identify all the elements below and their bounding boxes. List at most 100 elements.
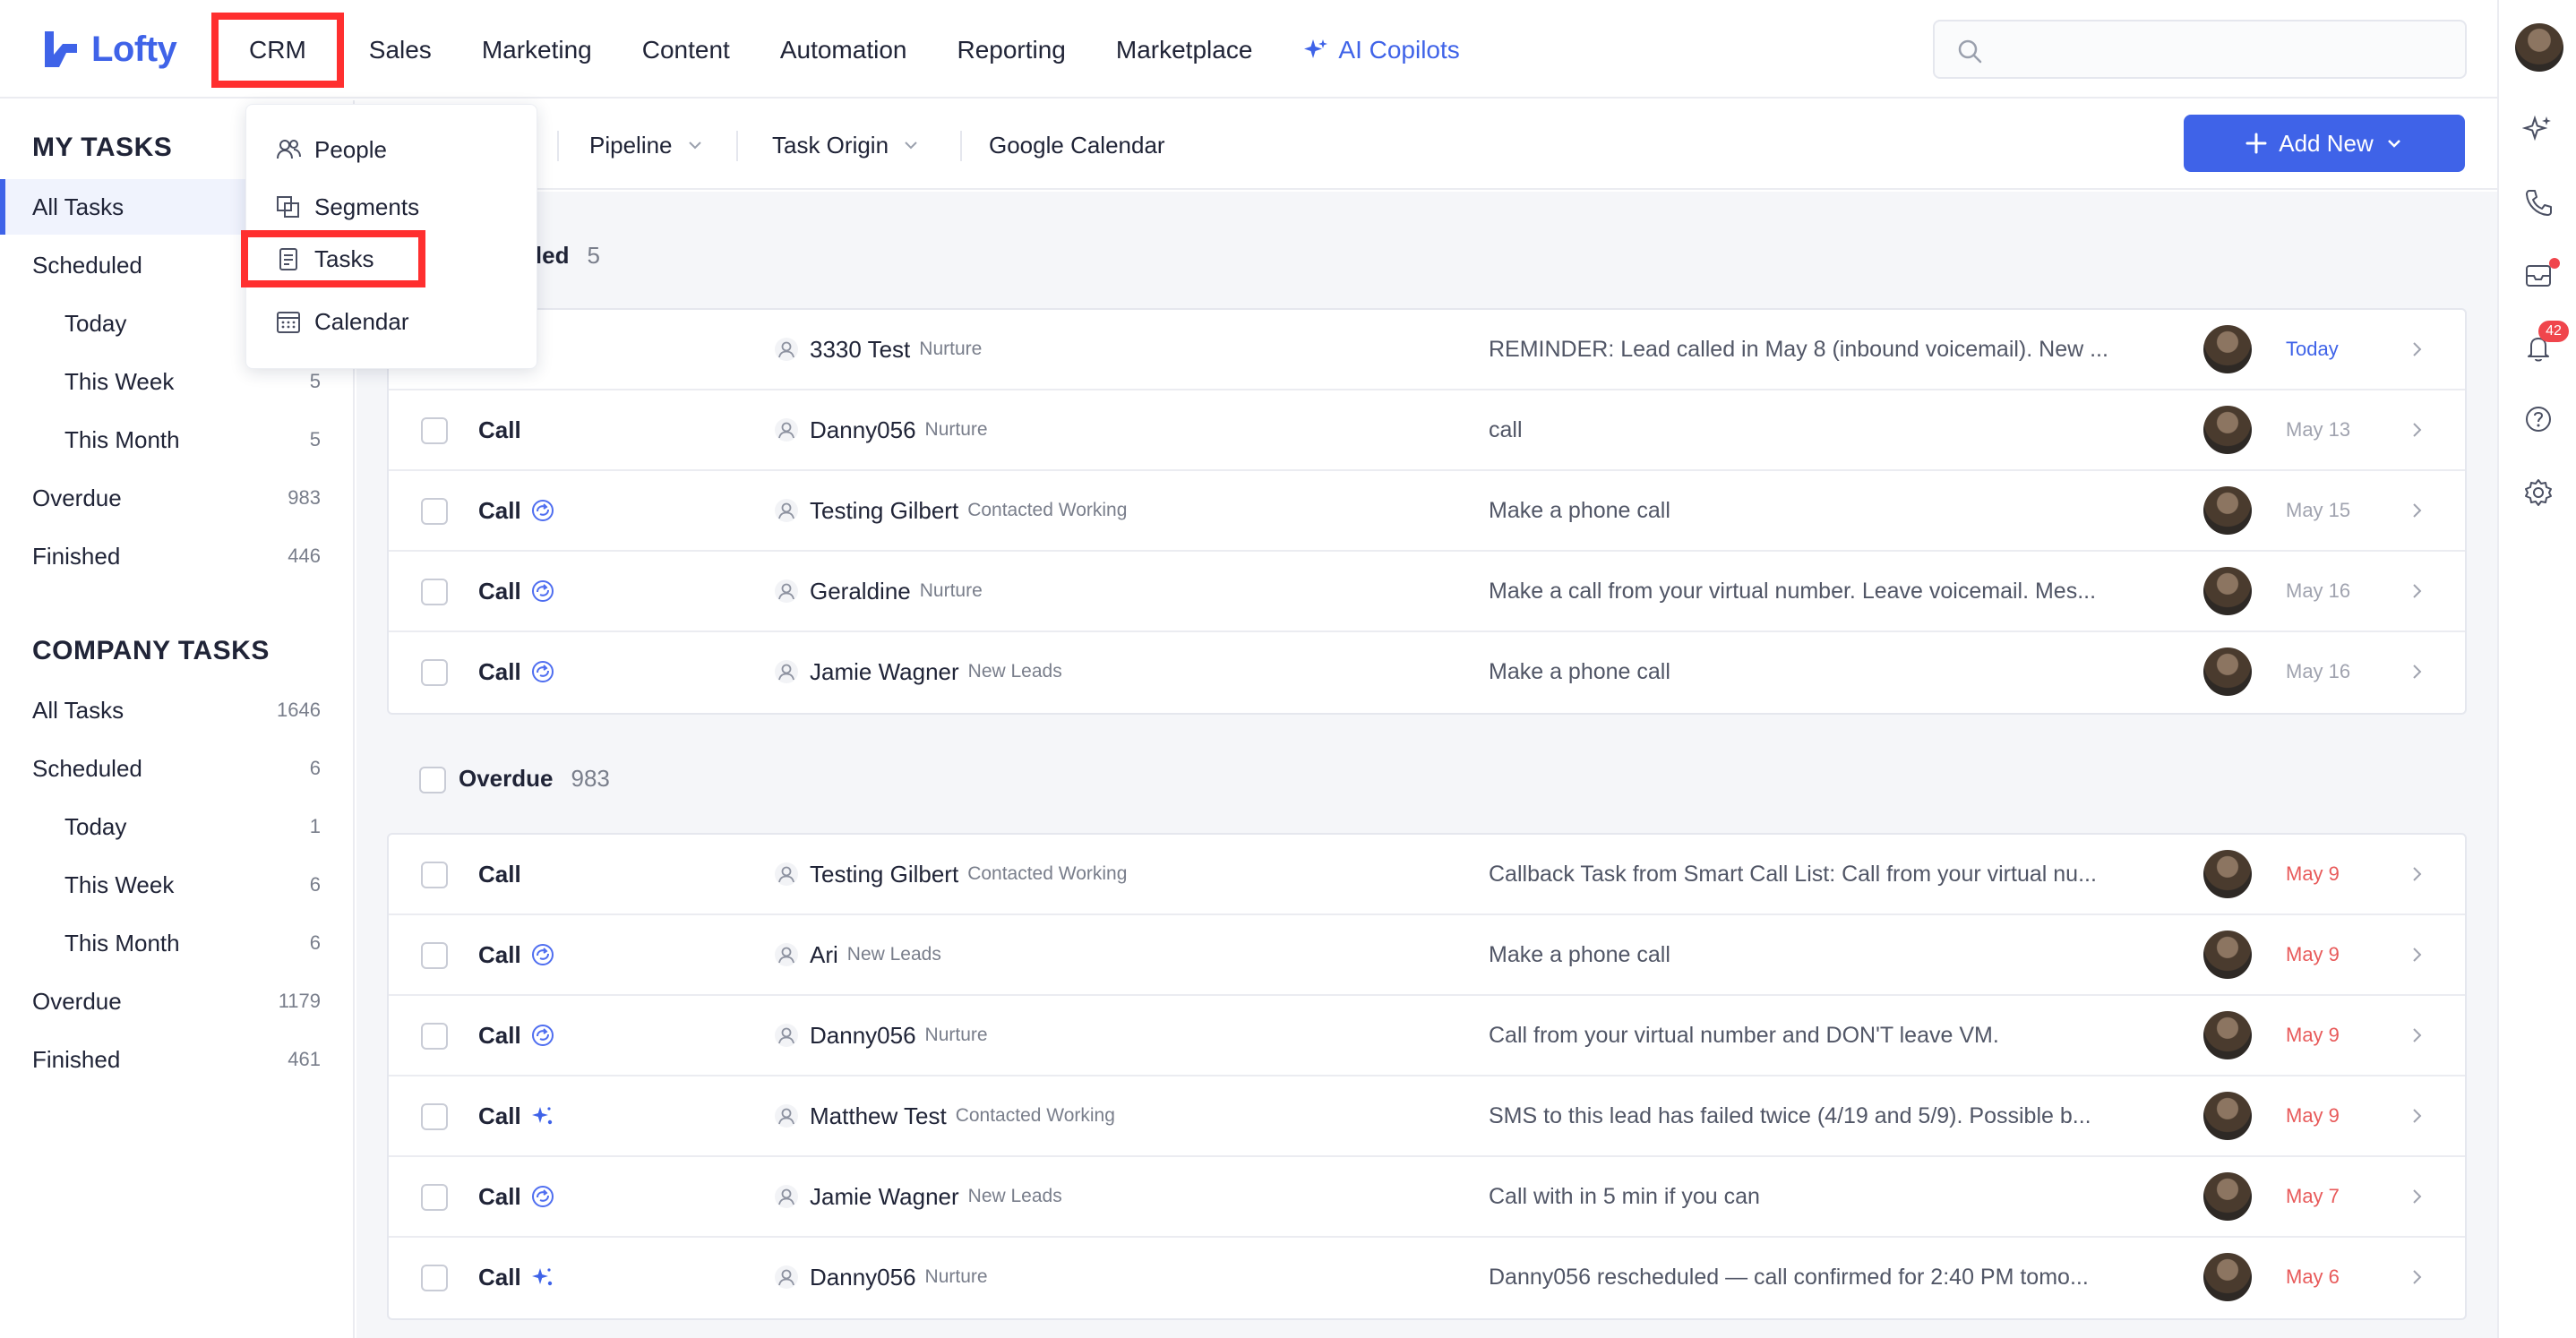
task-checkbox[interactable] — [421, 942, 448, 969]
menu-item-calendar[interactable]: Calendar — [246, 293, 538, 350]
task-row[interactable]: Call Jamie Wagner New Leads Call with in 5 … — [389, 1157, 2465, 1238]
lead-link[interactable]: Testing Gilbert Contacted Working — [774, 471, 1127, 550]
lead-link[interactable]: Jamie Wagner New Leads — [774, 1157, 1062, 1236]
nav-sales[interactable]: Sales — [344, 13, 457, 88]
sidebar-item-company-today[interactable]: Today 1 — [0, 799, 353, 854]
chevron-right-icon[interactable] — [2406, 944, 2427, 965]
task-row[interactable]: Call Danny056 Nurture Danny056 rescheduled … — [389, 1238, 2465, 1318]
phone-icon[interactable] — [2522, 186, 2555, 219]
task-row[interactable]: Call Danny056 Nurture call May 13 — [389, 390, 2465, 471]
person-icon — [775, 862, 798, 886]
ai-sparkle-icon[interactable] — [2522, 113, 2555, 145]
sidebar-item-my-this-month[interactable]: This Month 5 — [0, 412, 353, 467]
menu-item-people[interactable]: People — [246, 121, 538, 178]
chevron-right-icon[interactable] — [2406, 1025, 2427, 1046]
task-row[interactable]: Call Danny056 Nurture Call from your virtua… — [389, 996, 2465, 1076]
task-checkbox[interactable] — [421, 1265, 448, 1291]
task-type: Call — [478, 1238, 555, 1317]
assignee-avatar — [2203, 850, 2252, 898]
task-checkbox[interactable] — [421, 1103, 448, 1130]
section-count: 983 — [571, 765, 610, 792]
sidebar-item-my-finished[interactable]: Finished 446 — [0, 528, 353, 584]
task-row[interactable]: Call Ari New Leads Make a phone call May 9 — [389, 915, 2465, 996]
global-search-input[interactable] — [1933, 20, 2467, 79]
nav-reporting[interactable]: Reporting — [932, 13, 1090, 88]
task-row[interactable]: Call Geraldine Nurture Make a call from you… — [389, 552, 2465, 632]
sidebar-item-my-overdue[interactable]: Overdue 983 — [0, 470, 353, 526]
section-title-text: Overdue — [459, 765, 554, 792]
chevron-right-icon[interactable] — [2406, 1105, 2427, 1127]
lead-link[interactable]: Danny056 Nurture — [774, 996, 988, 1075]
task-description: Call with in 5 min if you can — [1489, 1184, 1760, 1209]
sidebar-item-company-all-tasks[interactable]: All Tasks 1646 — [0, 682, 353, 738]
sidebar-item-company-finished[interactable]: Finished 461 — [0, 1032, 353, 1087]
chevron-right-icon[interactable] — [2406, 661, 2427, 682]
task-description: SMS to this lead has failed twice (4/19 … — [1489, 1103, 2091, 1128]
lofty-logo[interactable]: Lofty — [39, 25, 177, 73]
chevron-right-icon[interactable] — [2406, 1186, 2427, 1207]
lead-link[interactable]: Geraldine Nurture — [774, 552, 983, 630]
task-row[interactable]: Call Matthew Test Contacted Working SMS to … — [389, 1076, 2465, 1157]
user-avatar[interactable] — [2515, 23, 2563, 72]
task-row[interactable]: Call Testing Gilbert Contacted Working Make… — [389, 471, 2465, 552]
help-icon[interactable] — [2522, 403, 2555, 435]
lead-link[interactable]: Danny056 Nurture — [774, 390, 988, 469]
lead-link[interactable]: Jamie Wagner New Leads — [774, 632, 1062, 711]
menu-item-tasks[interactable]: Tasks — [241, 230, 425, 287]
task-checkbox[interactable] — [421, 659, 448, 686]
task-row[interactable]: Call Jamie Wagner New Leads Make a phone ca… — [389, 632, 2465, 713]
settings-gear-icon[interactable] — [2522, 476, 2555, 509]
assignee-avatar — [2203, 648, 2252, 696]
task-checkbox[interactable] — [421, 1023, 448, 1050]
sidebar-item-company-this-week[interactable]: This Week 6 — [0, 857, 353, 913]
google-calendar-label: Google Calendar — [989, 131, 1165, 159]
sidebar-item-count: 1179 — [278, 990, 321, 1012]
chevron-right-icon[interactable] — [2406, 500, 2427, 521]
chevron-right-icon[interactable] — [2406, 339, 2427, 360]
lead-link[interactable]: Ari New Leads — [774, 915, 941, 994]
task-row[interactable]: 3330 Test Nurture REMINDER: Lead called in… — [389, 310, 2465, 390]
chevron-right-icon[interactable] — [2406, 1266, 2427, 1288]
overdue-select-all-checkbox[interactable] — [419, 767, 446, 793]
chevron-right-icon[interactable] — [2406, 419, 2427, 441]
nav-ai-copilots[interactable]: AI Copilots — [1277, 13, 1484, 88]
lead-link[interactable]: 3330 Test Nurture — [774, 310, 982, 389]
sidebar-item-company-overdue[interactable]: Overdue 1179 — [0, 973, 353, 1029]
chevron-right-icon[interactable] — [2406, 580, 2427, 602]
task-checkbox[interactable] — [421, 417, 448, 444]
pipeline-filter[interactable]: Pipeline — [589, 127, 705, 163]
task-checkbox[interactable] — [421, 862, 448, 888]
lead-link[interactable]: Testing Gilbert Contacted Working — [774, 835, 1127, 913]
sidebar-item-company-this-month[interactable]: This Month 6 — [0, 915, 353, 971]
task-checkbox[interactable] — [421, 498, 448, 525]
nav-automation[interactable]: Automation — [755, 13, 932, 88]
person-icon — [775, 338, 798, 361]
brand-name: Lofty — [91, 29, 177, 69]
people-icon — [277, 140, 301, 159]
task-type-label: Call — [478, 416, 521, 443]
menu-item-segments[interactable]: Segments — [246, 178, 538, 236]
task-checkbox[interactable] — [421, 579, 448, 605]
sidebar-item-label: All Tasks — [32, 193, 125, 220]
nav-marketplace[interactable]: Marketplace — [1091, 13, 1278, 88]
plus-icon — [2245, 133, 2267, 154]
sidebar-item-company-scheduled[interactable]: Scheduled 6 — [0, 741, 353, 796]
task-description: call — [1489, 417, 1523, 442]
nav-marketing[interactable]: Marketing — [457, 13, 617, 88]
repeat-icon — [531, 580, 554, 602]
nav-content[interactable]: Content — [617, 13, 755, 88]
google-calendar-link[interactable]: Google Calendar — [989, 127, 1165, 163]
task-checkbox[interactable] — [421, 1184, 448, 1211]
task-row[interactable]: Call Testing Gilbert Contacted Working Call… — [389, 835, 2465, 915]
task-due-date: Today — [2286, 338, 2339, 360]
task-origin-filter[interactable]: Task Origin — [772, 127, 921, 163]
task-description: Call from your virtual number and DON'T … — [1489, 1023, 1999, 1048]
nav-crm[interactable]: CRM — [211, 13, 344, 88]
lead-name: Danny056 — [810, 1263, 916, 1291]
chevron-right-icon[interactable] — [2406, 863, 2427, 885]
task-due-date: May 15 — [2286, 499, 2351, 521]
lead-link[interactable]: Matthew Test Contacted Working — [774, 1076, 1115, 1155]
lead-link[interactable]: Danny056 Nurture — [774, 1238, 988, 1317]
add-new-button[interactable]: Add New — [2184, 115, 2465, 172]
sidebar-item-label: This Month — [64, 929, 180, 956]
